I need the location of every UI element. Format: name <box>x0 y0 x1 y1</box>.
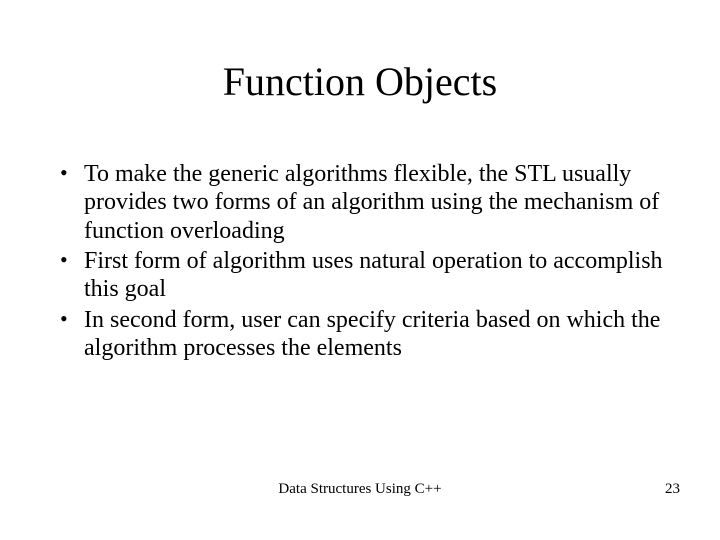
list-item: To make the generic algorithms flexible,… <box>58 160 670 245</box>
footer-text: Data Structures Using C++ <box>0 481 720 498</box>
list-item: First form of algorithm uses natural ope… <box>58 247 670 304</box>
slide-body: To make the generic algorithms flexible,… <box>58 160 670 364</box>
bullet-list: To make the generic algorithms flexible,… <box>58 160 670 362</box>
list-item: In second form, user can specify criteri… <box>58 306 670 363</box>
slide: Function Objects To make the generic alg… <box>0 0 720 540</box>
slide-title: Function Objects <box>0 58 720 105</box>
page-number: 23 <box>665 481 680 498</box>
